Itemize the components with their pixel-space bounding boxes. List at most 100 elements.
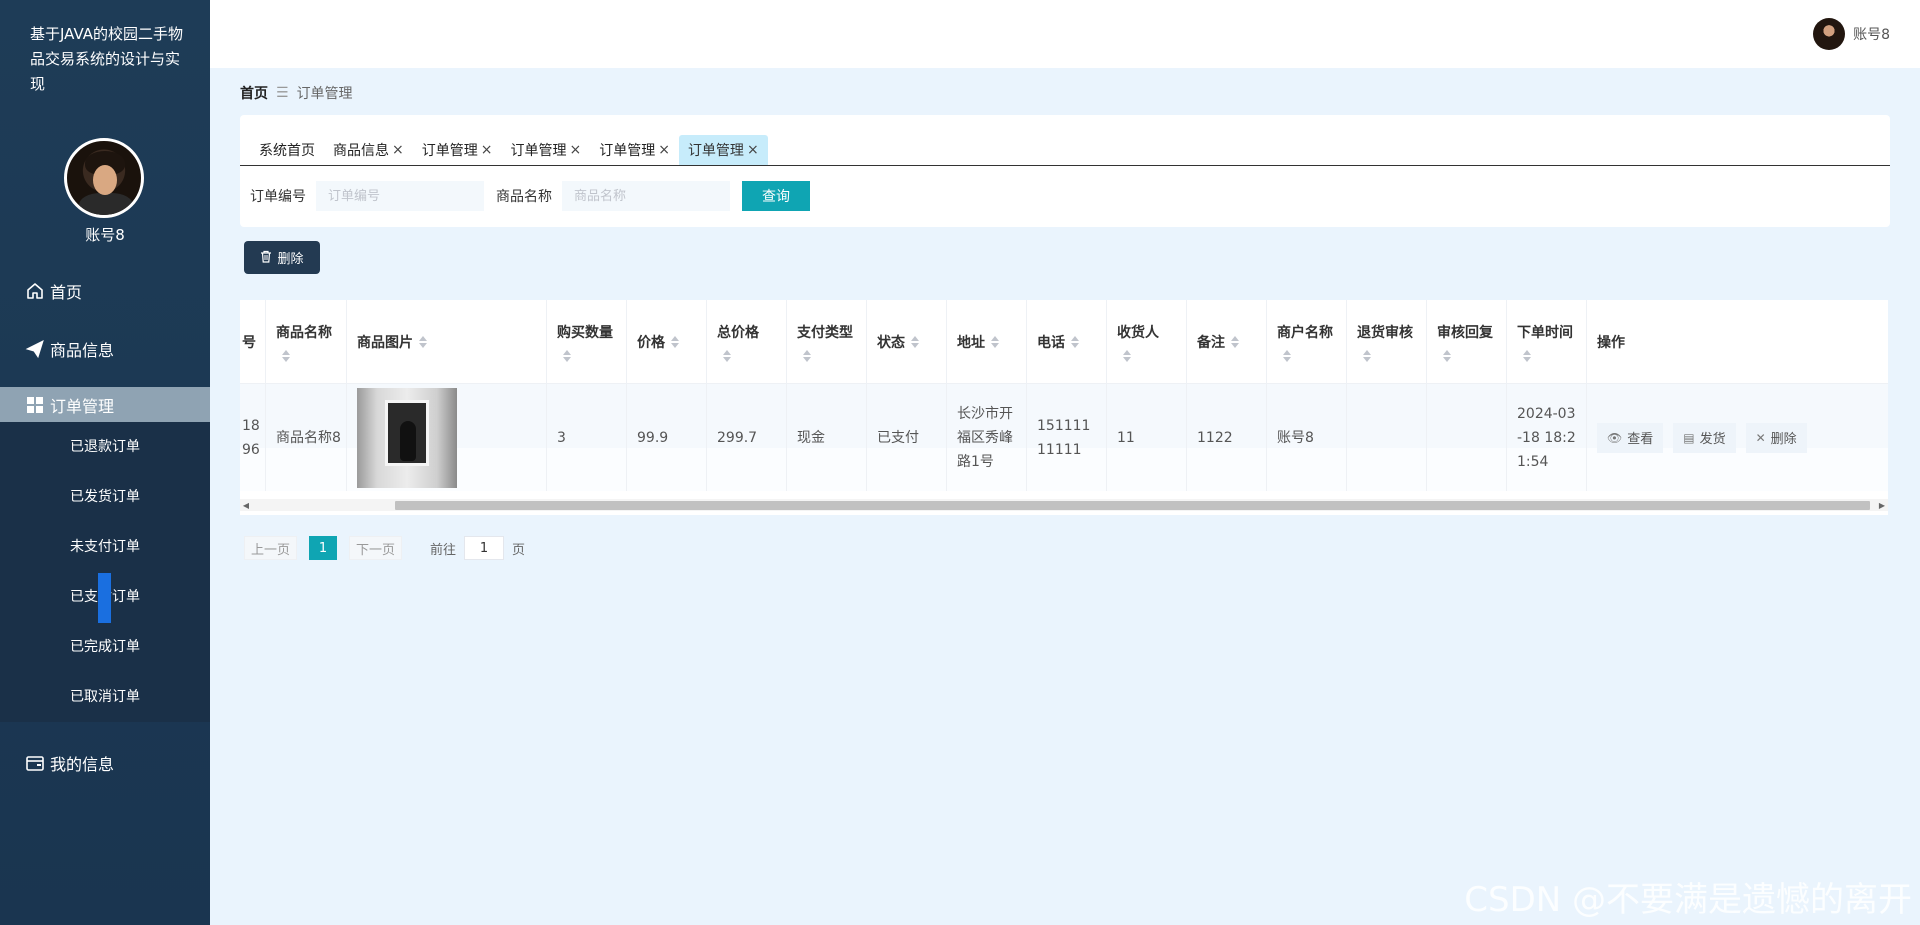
next-page-button[interactable]: 下一页	[349, 536, 403, 560]
sort-icon[interactable]	[723, 349, 731, 362]
header-goods-image[interactable]: 商品图片	[347, 300, 547, 383]
sort-icon[interactable]	[991, 335, 999, 348]
sort-icon[interactable]	[1123, 349, 1131, 362]
header-merchant[interactable]: 商户名称	[1267, 300, 1347, 383]
scroll-left-icon[interactable]: ◀	[240, 499, 252, 511]
top-bar: 账号8	[210, 0, 1920, 68]
sort-icon[interactable]	[1523, 349, 1531, 362]
breadcrumb-home[interactable]: 首页	[240, 83, 268, 103]
sidebar-item-goods[interactable]: 商品信息	[0, 331, 210, 367]
box-icon: ▤	[1683, 430, 1695, 445]
cell-actions: 👁 查看 ▤ 发货 ✕ 删除	[1587, 384, 1888, 491]
header-text: 状态	[877, 334, 905, 351]
menu-icon: ☰	[276, 85, 289, 101]
sort-icon[interactable]	[563, 349, 571, 362]
header-order-time[interactable]: 下单时间	[1507, 300, 1587, 383]
tab-orders-1[interactable]: 订单管理 ×	[413, 135, 502, 165]
tab-orders-active[interactable]: 订单管理 ×	[678, 135, 768, 165]
goto-page-input[interactable]	[464, 536, 505, 560]
header-text: 价格	[637, 334, 665, 351]
header-price[interactable]: 价格	[627, 300, 707, 383]
sort-icon[interactable]	[803, 349, 811, 362]
sort-icon[interactable]	[1283, 349, 1291, 362]
order-no-input[interactable]	[316, 181, 484, 211]
batch-delete-button[interactable]: 删除	[244, 241, 320, 274]
sort-icon[interactable]	[911, 335, 919, 348]
page-number-current[interactable]: 1	[309, 536, 338, 560]
header-status[interactable]: 状态	[867, 300, 947, 383]
goods-thumbnail[interactable]	[357, 387, 457, 488]
sidebar-user-name: 账号8	[85, 226, 125, 244]
header-text: 购买数量	[557, 324, 613, 341]
cell-phone: 15111111111	[1027, 384, 1107, 491]
cell-order-time: 2024-03-18 18:21:54	[1507, 384, 1587, 491]
cell-price: 99.9	[627, 384, 707, 491]
close-icon[interactable]: ×	[747, 142, 759, 158]
header-order-no[interactable]: 号	[240, 300, 266, 383]
submenu-unpaid-orders[interactable]: 未支付订单	[0, 526, 210, 566]
header-remark[interactable]: 备注	[1187, 300, 1267, 383]
header-review-reply[interactable]: 审核回复	[1427, 300, 1507, 383]
header-address[interactable]: 地址	[947, 300, 1027, 383]
header-text: 商品名称	[276, 324, 332, 341]
view-button[interactable]: 👁 查看	[1597, 422, 1664, 453]
sidebar-item-orders[interactable]: 订单管理	[0, 387, 210, 423]
header-total[interactable]: 总价格	[707, 300, 787, 383]
cell-pay-type: 现金	[787, 384, 867, 491]
cell-review-reply	[1427, 384, 1507, 491]
submenu-completed-orders[interactable]: 已完成订单	[0, 626, 210, 666]
submenu-hover-marker	[98, 573, 111, 623]
header-actions: 操作	[1587, 300, 1888, 383]
header-text: 下单时间	[1517, 324, 1573, 341]
sidebar-item-my-info[interactable]: 我的信息	[0, 745, 210, 781]
tab-goods-info[interactable]: 商品信息 ×	[324, 135, 413, 165]
close-icon[interactable]: ×	[481, 142, 493, 158]
header-receiver[interactable]: 收货人	[1107, 300, 1187, 383]
tab-orders-3[interactable]: 订单管理 ×	[590, 135, 679, 165]
goto-prefix: 前往	[430, 542, 457, 558]
tab-orders-2[interactable]: 订单管理 ×	[501, 135, 590, 165]
scroll-right-icon[interactable]: ▶	[1876, 499, 1888, 511]
sidebar-item-label: 我的信息	[50, 755, 115, 774]
top-user-name: 账号8	[1853, 27, 1890, 43]
header-text: 备注	[1197, 334, 1225, 351]
submenu-shipped-orders[interactable]: 已发货订单	[0, 476, 210, 516]
orders-table: 号 商品名称 商品图片 购买数量 价格 总价格 支付类型 状态 地址 电话 收货…	[240, 300, 1888, 515]
cell-goods-image	[347, 384, 547, 491]
ship-button[interactable]: ▤ 发货	[1673, 422, 1736, 453]
header-phone[interactable]: 电话	[1027, 300, 1107, 383]
scrollbar-thumb[interactable]	[395, 501, 1870, 510]
sort-icon[interactable]	[419, 335, 427, 348]
prev-page-button[interactable]: 上一页	[244, 536, 298, 560]
ship-label: 发货	[1699, 432, 1726, 447]
header-goods-name[interactable]: 商品名称	[266, 300, 347, 383]
submenu-refunded-orders[interactable]: 已退款订单	[0, 426, 210, 466]
tab-system-home[interactable]: 系统首页	[250, 135, 324, 165]
goto-suffix: 页	[512, 542, 526, 558]
sort-icon[interactable]	[282, 349, 290, 362]
header-quantity[interactable]: 购买数量	[547, 300, 627, 383]
sort-icon[interactable]	[1363, 349, 1371, 362]
sidebar-item-label: 商品信息	[50, 341, 115, 360]
sort-icon[interactable]	[1071, 335, 1079, 348]
sidebar-item-home[interactable]: 首页	[0, 273, 210, 309]
query-button[interactable]: 查询	[742, 181, 810, 211]
sort-icon[interactable]	[671, 335, 679, 348]
close-icon[interactable]: ×	[658, 142, 670, 158]
grid-icon	[24, 394, 46, 416]
header-pay-type[interactable]: 支付类型	[787, 300, 867, 383]
top-user-menu[interactable]: 账号8	[1813, 18, 1890, 50]
goods-name-input[interactable]	[562, 181, 730, 211]
sidebar-item-label: 订单管理	[50, 397, 115, 416]
header-refund-review[interactable]: 退货审核	[1347, 300, 1427, 383]
horizontal-scrollbar[interactable]: ◀ ▶	[240, 499, 1888, 511]
cell-order-no: 18 96	[240, 384, 266, 491]
sort-icon[interactable]	[1443, 349, 1451, 362]
close-icon[interactable]: ×	[392, 142, 404, 158]
submenu-cancelled-orders[interactable]: 已取消订单	[0, 676, 210, 716]
sort-icon[interactable]	[1231, 335, 1239, 348]
close-icon[interactable]: ×	[569, 142, 581, 158]
home-icon	[24, 280, 46, 302]
header-text: 总价格	[717, 324, 759, 341]
delete-button[interactable]: ✕ 删除	[1745, 422, 1807, 453]
